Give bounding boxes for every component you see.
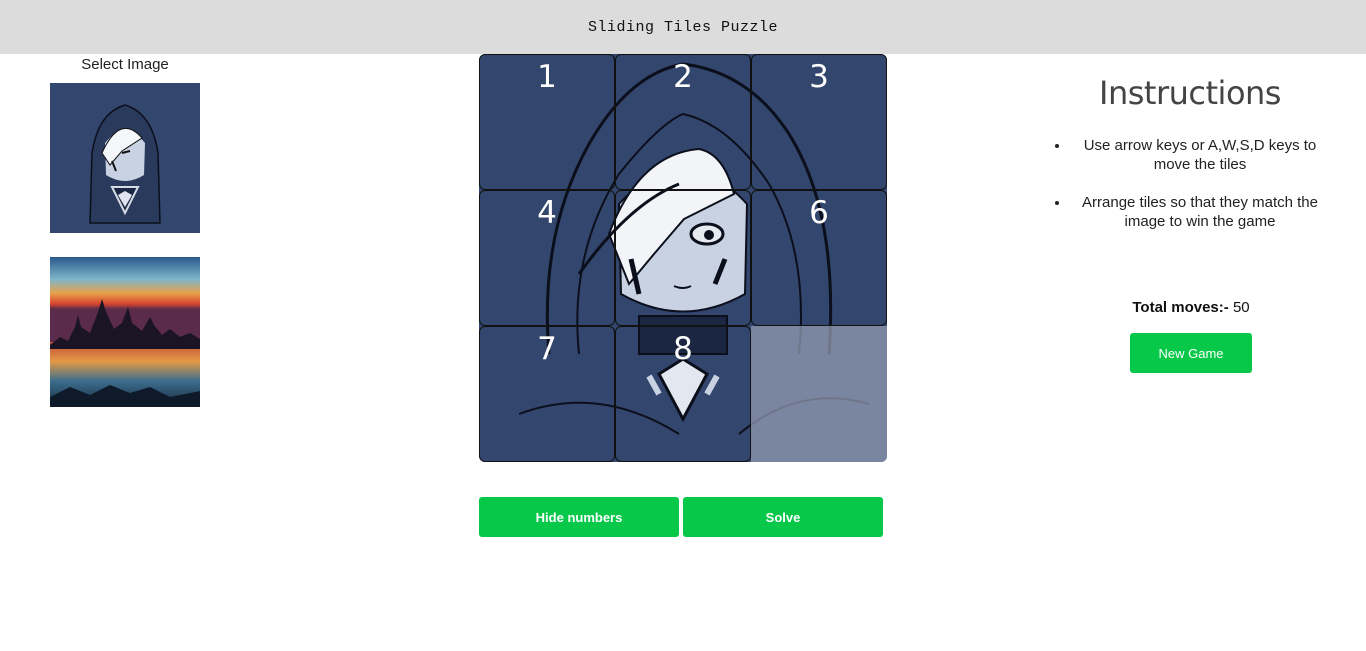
instruction-item: Arrange tiles so that they match the ima… xyxy=(1070,193,1330,231)
puzzle-tile[interactable]: 1 xyxy=(479,54,615,190)
instructions-title: Instructions xyxy=(1099,74,1281,112)
tile-number: 7 xyxy=(537,331,557,367)
tile-number: 3 xyxy=(809,59,829,95)
puzzle-board: 1 2 3 4 5 6 7 8 xyxy=(479,54,887,462)
instructions-list: Use arrow keys or A,W,S,D keys to move t… xyxy=(1030,136,1330,231)
new-game-button[interactable]: New Game xyxy=(1130,333,1252,373)
instructions-panel: Instructions Use arrow keys or A,W,S,D k… xyxy=(1030,74,1350,250)
select-image-label: Select Image xyxy=(81,56,169,73)
puzzle-tile[interactable]: 2 xyxy=(615,54,751,190)
image-selector: Select Image xyxy=(50,54,200,407)
hide-numbers-button[interactable]: Hide numbers xyxy=(479,497,679,537)
tile-number: 8 xyxy=(673,331,693,367)
puzzle-tile[interactable]: 4 xyxy=(479,190,615,326)
puzzle-tile[interactable]: 6 xyxy=(751,190,887,326)
hooded-girl-thumbnail[interactable] xyxy=(50,83,200,233)
tile-number: 1 xyxy=(537,59,557,95)
empty-slot xyxy=(751,326,887,462)
castle-sunset-thumbnail[interactable] xyxy=(50,257,200,407)
app-header: Sliding Tiles Puzzle xyxy=(0,0,1366,54)
solve-button[interactable]: Solve xyxy=(683,497,883,537)
puzzle-tile[interactable]: 8 xyxy=(615,326,751,462)
tile-number: 2 xyxy=(673,59,693,95)
puzzle-tile[interactable]: 3 xyxy=(751,54,887,190)
puzzle-tile[interactable]: 5 xyxy=(615,190,751,326)
tile-number: 4 xyxy=(537,195,557,231)
tile-number: 6 xyxy=(809,195,829,231)
app-title: Sliding Tiles Puzzle xyxy=(587,18,779,36)
total-moves: Total moves:- 50 xyxy=(1130,299,1252,316)
moves-value: 50 xyxy=(1232,299,1250,316)
moves-label: Total moves:- xyxy=(1132,299,1229,316)
instruction-item: Use arrow keys or A,W,S,D keys to move t… xyxy=(1070,136,1330,174)
puzzle-tile[interactable]: 7 xyxy=(479,326,615,462)
